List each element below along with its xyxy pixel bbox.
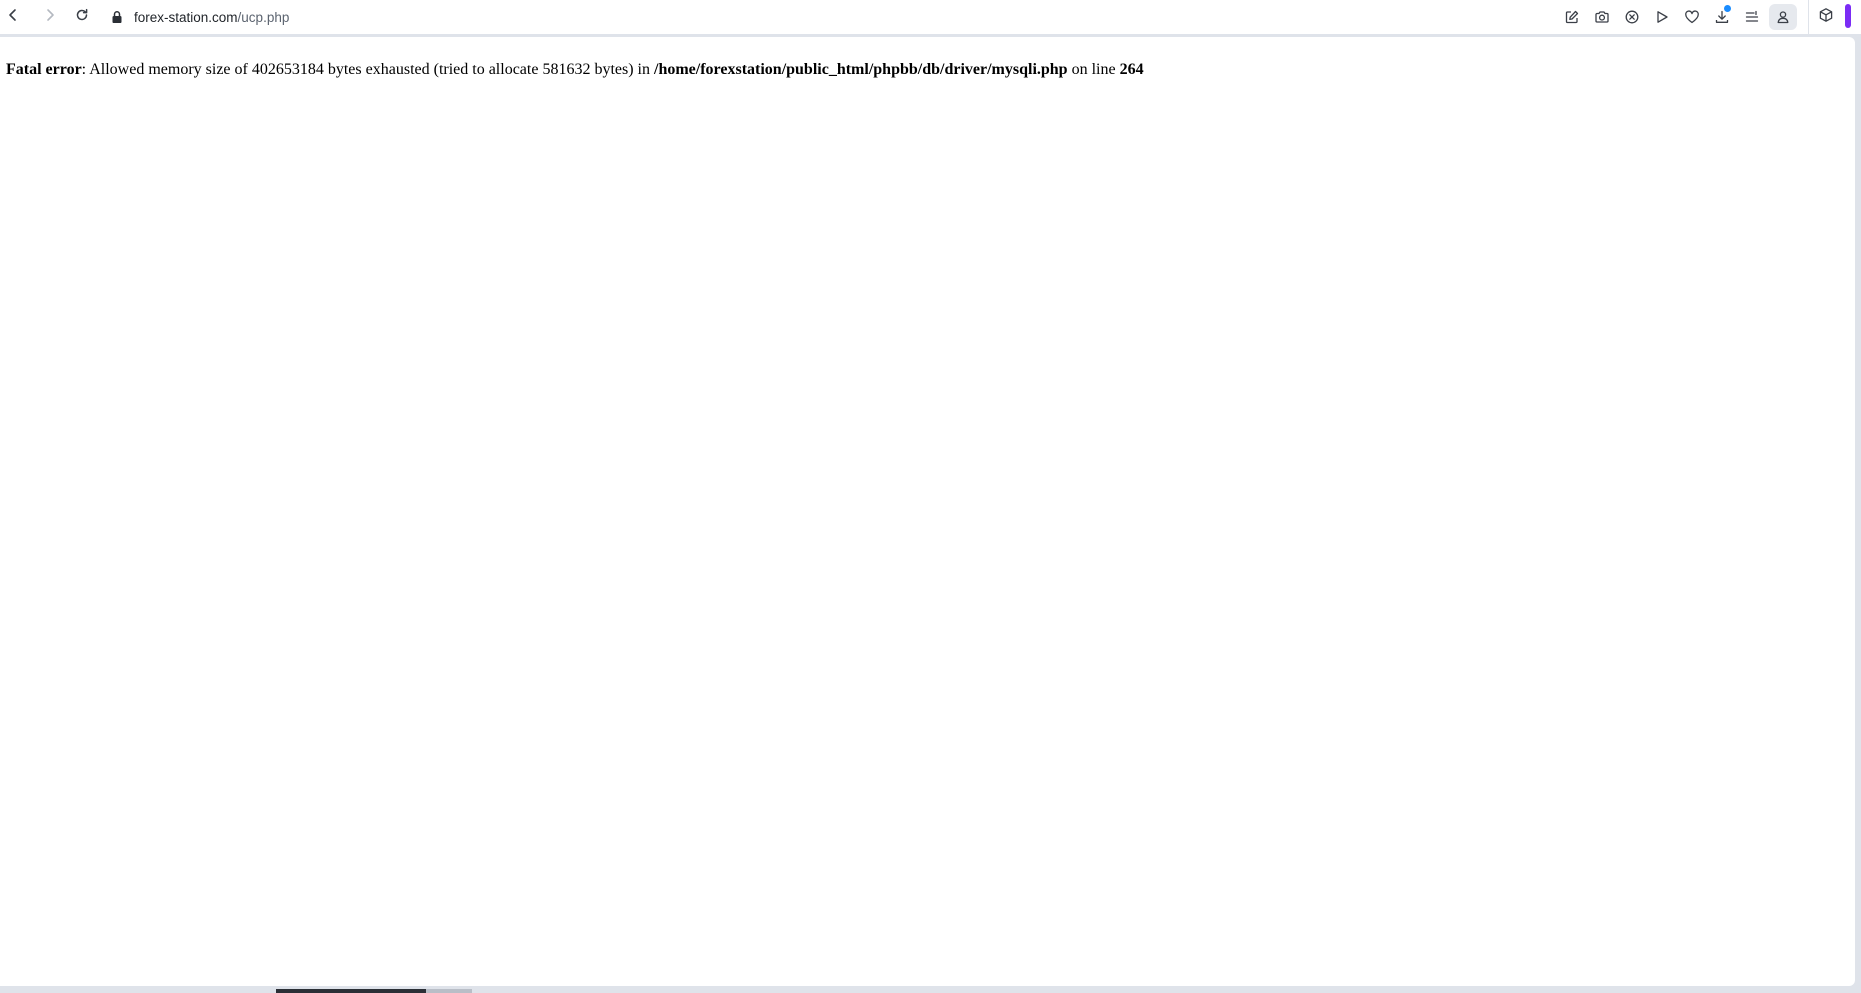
chevron-left-icon	[5, 7, 21, 28]
block-button[interactable]	[1617, 4, 1647, 30]
menu-icon	[1744, 9, 1760, 25]
camera-icon	[1594, 9, 1610, 25]
cube-icon	[1818, 7, 1834, 28]
sidebar-button[interactable]	[1812, 4, 1840, 30]
profile-button[interactable]	[1769, 4, 1797, 30]
error-message: : Allowed memory size of 402653184 bytes…	[81, 61, 654, 78]
address-bar[interactable]: forex-station.com/ucp.php	[110, 4, 289, 30]
profile-icon	[1775, 9, 1791, 25]
php-error-message: Fatal error: Allowed memory size of 4026…	[6, 61, 1144, 79]
forward-button[interactable]	[37, 4, 63, 30]
taskbar-indicator-secondary	[426, 989, 472, 993]
taskbar-indicator	[276, 989, 426, 993]
screenshot-button[interactable]	[1587, 4, 1617, 30]
error-on-line-text: on line	[1067, 61, 1120, 78]
url-host: forex-station.com	[134, 9, 238, 25]
browser-toolbar: forex-station.com/ucp.php	[0, 0, 1861, 34]
favorites-button[interactable]	[1677, 4, 1707, 30]
url-path: /ucp.php	[237, 9, 290, 25]
edit-icon	[1564, 9, 1580, 25]
heart-icon	[1684, 9, 1700, 25]
toolbar-divider	[1808, 0, 1809, 34]
downloads-button[interactable]	[1707, 4, 1737, 30]
reload-icon	[74, 7, 90, 28]
close-circle-icon	[1624, 9, 1640, 25]
edit-button[interactable]	[1557, 4, 1587, 30]
download-badge	[1724, 5, 1731, 12]
error-label: Fatal error	[6, 61, 82, 78]
chevron-right-icon	[42, 7, 58, 28]
back-button[interactable]	[0, 4, 26, 30]
reload-button[interactable]	[69, 4, 95, 30]
toolbar-actions	[1557, 4, 1797, 30]
url-text[interactable]: forex-station.com/ucp.php	[134, 10, 289, 25]
play-button[interactable]	[1647, 4, 1677, 30]
browser-window: forex-station.com/ucp.php Fatal error: A…	[0, 0, 1861, 993]
error-file-path: /home/forexstation/public_html/phpbb/db/…	[654, 61, 1068, 78]
menu-button[interactable]	[1737, 4, 1767, 30]
page-content: Fatal error: Allowed memory size of 4026…	[0, 37, 1855, 986]
lock-icon[interactable]	[110, 10, 124, 24]
sidebar-accent[interactable]	[1845, 4, 1851, 28]
play-icon	[1654, 9, 1670, 25]
error-line-number: 264	[1119, 61, 1144, 78]
